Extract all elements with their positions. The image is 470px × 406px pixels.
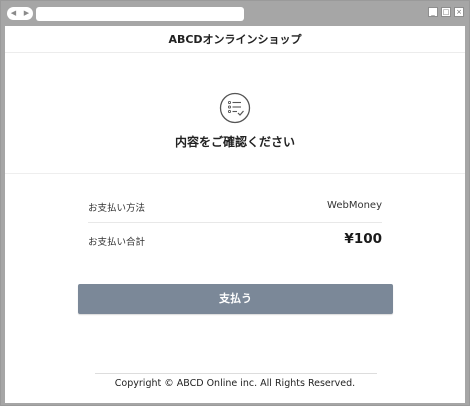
address-bar[interactable] [36, 7, 244, 21]
confirm-title: 内容をご確認ください [174, 135, 295, 149]
maximize-icon[interactable]: □ [441, 7, 451, 17]
total-value: ¥100 [344, 231, 382, 247]
payment-method-value: WebMoney [327, 200, 382, 211]
payment-method-label: お支払い方法 [88, 203, 146, 214]
page-content: ABCDオンラインショップ 内容をご確認ください お支払い方法 WebMoney… [5, 26, 465, 403]
checklist-icon [219, 92, 251, 124]
shop-header: ABCDオンラインショップ [5, 26, 465, 53]
title-bar: ◀ ▶ _ □ × [1, 1, 469, 26]
close-icon[interactable]: × [454, 7, 464, 17]
total-row: お支払い合計 ¥100 [88, 231, 382, 251]
browser-window: ◀ ▶ _ □ × ABCDオンラインショップ 内容をご確認ください お支払い方… [0, 0, 470, 406]
payment-method-row: お支払い方法 WebMoney [88, 197, 382, 217]
row-divider [88, 222, 382, 223]
total-label: お支払い合計 [88, 237, 146, 248]
pay-button[interactable]: 支払う [78, 284, 393, 314]
forward-icon[interactable]: ▶ [24, 10, 29, 17]
back-icon[interactable]: ◀ [11, 10, 16, 17]
navigation-buttons: ◀ ▶ [7, 7, 33, 20]
section-divider [5, 173, 465, 174]
copyright-text: Copyright © ABCD Online inc. All Rights … [114, 378, 356, 389]
minimize-icon[interactable]: _ [428, 7, 438, 17]
footer-divider [95, 373, 377, 374]
window-controls: _ □ × [428, 7, 464, 17]
